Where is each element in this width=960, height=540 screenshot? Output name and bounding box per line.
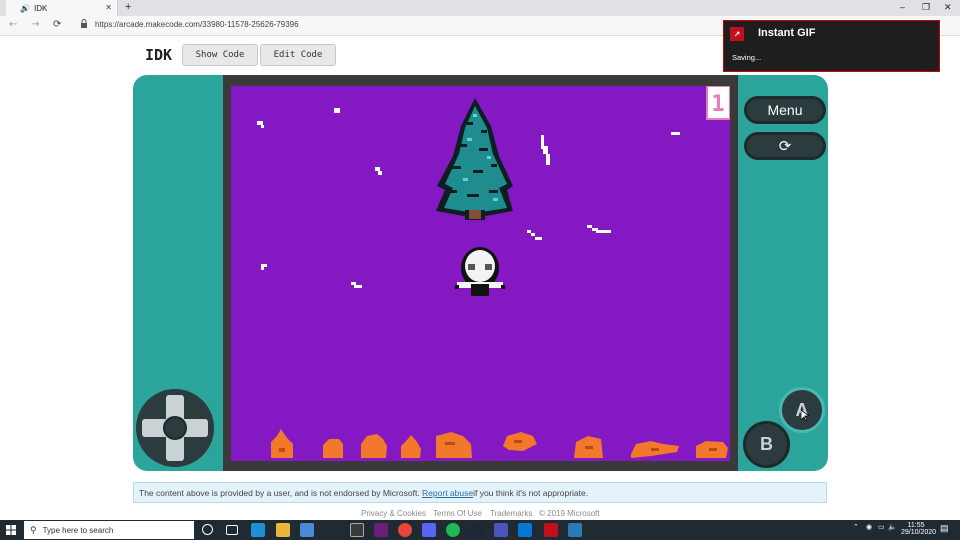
unity-icon[interactable] bbox=[350, 523, 364, 537]
footer-trademarks-link[interactable]: Trademarks bbox=[490, 509, 532, 518]
reload-icon[interactable]: ⟳ bbox=[53, 19, 61, 30]
discord-icon[interactable] bbox=[422, 523, 436, 537]
url-field[interactable]: https://arcade.makecode.com/33980-11578-… bbox=[95, 20, 299, 29]
ground-sprites bbox=[271, 429, 728, 458]
browser-tab[interactable]: 🔊 IDK ✕ bbox=[6, 0, 118, 16]
lock-icon bbox=[81, 19, 87, 28]
mouse-cursor-icon bbox=[801, 410, 809, 422]
notice-text-after: if you think it's not appropriate. bbox=[473, 487, 589, 498]
tray-network-icon[interactable]: ◉ bbox=[866, 523, 872, 531]
footer-privacy-link[interactable]: Privacy & Cookies bbox=[361, 509, 426, 518]
refresh-icon: ⟳ bbox=[778, 137, 792, 155]
search-icon: ⚲ bbox=[30, 524, 37, 535]
cortana-icon[interactable] bbox=[202, 524, 213, 535]
taskbar-search-placeholder: Type here to search bbox=[42, 525, 114, 535]
speaker-icon[interactable]: 🔊 bbox=[20, 4, 30, 13]
restart-button[interactable]: ⟳ bbox=[744, 132, 826, 160]
edge-browser-icon[interactable] bbox=[251, 523, 265, 537]
tray-chevron-icon[interactable]: ⌃ bbox=[853, 523, 859, 531]
close-window-button[interactable]: ✕ bbox=[944, 2, 952, 13]
dpad-control[interactable] bbox=[136, 389, 214, 467]
notification-icon[interactable]: ▤ bbox=[940, 523, 949, 534]
tab-close-icon[interactable]: ✕ bbox=[105, 3, 112, 12]
forward-arrow-icon[interactable]: → bbox=[31, 19, 39, 30]
windows-start-icon[interactable] bbox=[6, 525, 16, 535]
steam-icon[interactable] bbox=[470, 523, 484, 537]
back-arrow-icon[interactable]: ← bbox=[9, 19, 17, 30]
game-screen[interactable]: 1 bbox=[231, 86, 730, 461]
b-button[interactable]: B bbox=[743, 421, 790, 468]
outlook-icon[interactable] bbox=[518, 523, 532, 537]
footer-copyright: © 2019 Microsoft bbox=[539, 509, 600, 518]
tray-time: 11:55 bbox=[907, 522, 925, 529]
edit-code-button[interactable]: Edit Code bbox=[260, 44, 336, 66]
taskbar-search-box[interactable]: ⚲ Type here to search bbox=[24, 521, 194, 539]
task-view-icon[interactable] bbox=[226, 525, 238, 535]
content-notice: The content above is provided by a user,… bbox=[133, 482, 827, 503]
report-abuse-link[interactable]: Report abuse bbox=[422, 488, 473, 498]
windows-taskbar: ⚲ Type here to search ⌃ ◉ ▭ 🔈 11:55 29/1… bbox=[0, 520, 960, 540]
tray-volume-icon[interactable]: 🔈 bbox=[888, 523, 897, 531]
tray-date: 29/10/2020 bbox=[901, 529, 937, 536]
premiere-icon[interactable] bbox=[374, 523, 388, 537]
chrome-icon[interactable] bbox=[398, 523, 412, 537]
tray-clock[interactable]: 11:55 29/10/2020 bbox=[901, 522, 936, 536]
pine-tree-sprite bbox=[436, 98, 513, 220]
project-title: IDK bbox=[145, 46, 173, 64]
browser-tab-bar: 🔊 IDK ✕ + – ❐ ✕ bbox=[0, 0, 960, 16]
footer-terms-link[interactable]: Terms Of Use bbox=[433, 509, 482, 518]
tray-battery-icon[interactable]: ▭ bbox=[878, 523, 885, 531]
tab-title: IDK bbox=[33, 3, 48, 13]
file-explorer-icon[interactable] bbox=[276, 523, 290, 537]
game-scene: 1 bbox=[257, 86, 730, 458]
store-icon[interactable] bbox=[300, 523, 314, 537]
instant-gif-logo-icon: ↗ bbox=[730, 27, 744, 41]
show-code-button[interactable]: Show Code bbox=[182, 44, 258, 66]
instant-gif-title: Instant GIF bbox=[758, 27, 816, 39]
dpad-center-knob[interactable] bbox=[163, 416, 187, 440]
menu-button[interactable]: Menu bbox=[744, 96, 826, 124]
spotify-icon[interactable] bbox=[446, 523, 460, 537]
minimize-button[interactable]: – bbox=[900, 2, 905, 12]
notice-text: The content above is provided by a user,… bbox=[139, 487, 420, 498]
maximize-button[interactable]: ❐ bbox=[922, 2, 930, 13]
teams-icon[interactable] bbox=[494, 523, 508, 537]
instant-gif-popup: ↗ Instant GIF Saving... bbox=[723, 20, 940, 72]
score-value: 1 bbox=[711, 92, 724, 117]
instant-gif-status: Saving... bbox=[732, 53, 762, 62]
new-tab-button[interactable]: + bbox=[125, 1, 131, 13]
instant-gif-taskbar-icon[interactable] bbox=[544, 523, 558, 537]
skull-player-sprite bbox=[455, 247, 505, 296]
photos-icon[interactable] bbox=[568, 523, 582, 537]
